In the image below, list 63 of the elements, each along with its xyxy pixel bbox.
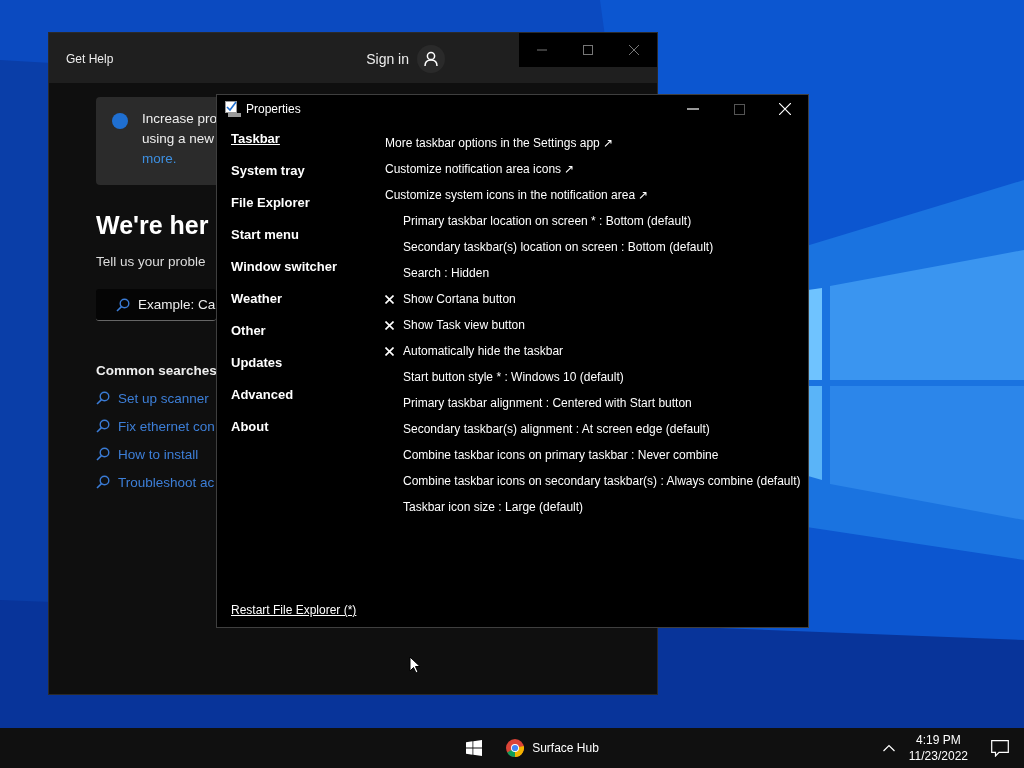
search-link[interactable]: Fix ethernet con — [118, 418, 215, 434]
settings-link[interactable]: More taskbar options in the Settings app ↗ — [385, 136, 614, 150]
sidebar-tab[interactable]: File Explorer — [231, 195, 371, 227]
speech-bubble-icon — [991, 739, 1009, 757]
settings-link[interactable]: Customize system icons in the notification area ↗ — [385, 188, 649, 202]
sidebar-tab[interactable]: System tray — [231, 163, 371, 195]
window-title: Get Help — [66, 52, 114, 66]
cross-icon — [385, 346, 394, 356]
option-dropdown[interactable]: Search : Hidden — [403, 266, 490, 280]
sidebar-tab[interactable]: Other — [231, 323, 371, 355]
option-label[interactable]: Automatically hide the taskbar — [403, 344, 564, 358]
windows-logo-icon — [466, 740, 483, 756]
search-icon — [116, 298, 130, 312]
sidebar-tab[interactable]: Updates — [231, 355, 371, 387]
search-icon — [96, 391, 110, 405]
taskbar-app[interactable]: Surface Hub — [498, 728, 607, 768]
banner-text: Increase pro — [142, 110, 218, 128]
option-dropdown[interactable]: Combine taskbar icons on primary taskbar : Never combine — [403, 448, 719, 462]
option-dropdown[interactable]: Taskbar icon size : Large (default) — [403, 500, 584, 514]
option-dropdown[interactable]: Secondary taskbar(s) alignment : At screen edge (default) — [403, 422, 710, 436]
search-link[interactable]: Set up scanner — [118, 390, 209, 406]
sidebar-tab[interactable]: Weather — [231, 291, 371, 323]
sign-in-link[interactable]: Sign in — [366, 51, 409, 67]
account-button[interactable] — [417, 45, 445, 73]
info-icon — [112, 113, 128, 129]
section-heading: Common searches — [96, 363, 217, 378]
option-dropdown[interactable]: Primary taskbar alignment : Centered with Start button — [403, 396, 692, 410]
person-icon — [424, 51, 438, 67]
maximize-icon — [733, 103, 745, 115]
cross-icon — [385, 320, 394, 330]
maximize-icon — [583, 45, 593, 55]
subtitle-text: Tell us your proble — [96, 254, 206, 269]
page-heading: We're her — [96, 211, 209, 240]
close-icon — [779, 103, 791, 115]
search-link[interactable]: Troubleshoot ac — [118, 474, 215, 490]
option-label[interactable]: Show Task view button — [403, 318, 525, 332]
learn-more-link[interactable]: more. — [142, 149, 218, 169]
sidebar-tab[interactable]: Taskbar — [231, 131, 371, 163]
chevron-up-icon — [882, 744, 895, 752]
settings-link[interactable]: Customize notification area icons ↗ — [385, 162, 575, 176]
option-dropdown[interactable]: Combine taskbar icons on secondary taskbar(s) : Always combine (default) — [403, 474, 801, 488]
sidebar-tab[interactable]: Window switcher — [231, 259, 371, 291]
browser-icon — [506, 739, 525, 757]
option-dropdown[interactable]: Primary taskbar location on screen * : Bottom (default) — [403, 214, 692, 228]
search-link[interactable]: How to install — [118, 446, 199, 462]
sidebar-tab[interactable]: Start menu — [231, 227, 371, 259]
option-label[interactable]: Show Cortana button — [403, 292, 516, 306]
sidebar-tab[interactable]: Advanced — [231, 387, 371, 419]
cross-icon — [385, 294, 394, 304]
option-dropdown[interactable]: Secondary taskbar(s) location on screen : Bottom (default) — [403, 240, 714, 254]
search-icon — [96, 447, 110, 461]
search-icon — [96, 475, 110, 489]
checkbox-app-icon — [225, 101, 241, 117]
restart-link[interactable]: Restart File Explorer (*) — [231, 603, 371, 617]
search-field[interactable]: Example: Ca — [96, 289, 216, 321]
sidebar-tab[interactable]: About — [231, 419, 371, 451]
banner-text: using a new — [142, 130, 216, 148]
search-icon — [96, 419, 110, 433]
cursor-icon — [409, 656, 421, 674]
window-title: Properties — [246, 102, 301, 116]
close-icon — [629, 45, 639, 55]
option-dropdown[interactable]: Start button style * : Windows 10 (default) — [403, 370, 624, 384]
clock-button[interactable]: 4:19 PM 11/23/2022 — [900, 732, 976, 764]
